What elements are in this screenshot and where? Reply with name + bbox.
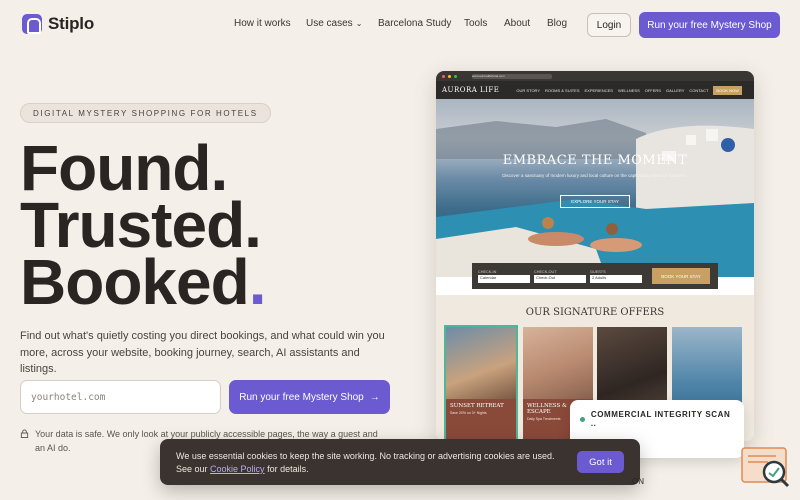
offer-name: SUNSET RETREAT (450, 403, 504, 409)
booking-field-value: Check-Out (534, 274, 586, 283)
preview-offer-card: SUNSET RETREAT Save 20% on 3+ Nights (444, 325, 518, 441)
preview-link: ROOMS & SUITES (545, 87, 580, 93)
window-min-dot (448, 74, 451, 78)
nav-cta-button[interactable]: Run your free Mystery Shop (639, 12, 780, 38)
preview-book-now: BOOK NOW (713, 85, 742, 95)
cookie-text-after: for details. (264, 464, 309, 474)
headline-line-3: Booked. (20, 250, 266, 314)
preview-explore-button: EXPLORE YOUR STAY (560, 195, 630, 208)
offer-detail: Save 20% on 3+ Nights (450, 411, 487, 415)
preview-book-stay-button: BOOK YOUR STAY (652, 268, 710, 284)
logo[interactable]: Stiplo (22, 14, 94, 34)
hero-headline: Found. Trusted. Booked. (20, 136, 266, 314)
scan-status-row: COMMERCIAL INTEGRITY SCAN .. (580, 410, 734, 428)
offer-caption: SUNSET RETREAT Save 20% on 3+ Nights (446, 399, 516, 441)
window-max-dot (454, 74, 457, 78)
preview-site-nav: AURORA LIFE OUR STORY ROOMS & SUITES EXP… (436, 81, 754, 99)
preview-link: OFFERS (644, 87, 661, 93)
nav-use-cases[interactable]: Use cases ⌄ (306, 18, 362, 29)
lock-icon (20, 429, 29, 438)
cookie-policy-link[interactable]: Cookie Policy (210, 464, 265, 474)
logo-icon (22, 14, 42, 34)
hero-lede: Find out what's quietly costing you dire… (20, 330, 385, 375)
window-close-dot (442, 74, 445, 78)
hero-cta-label: Run your free Mystery Shop (239, 391, 364, 403)
booking-field-label: CHECK-OUT (534, 269, 557, 274)
preview-link: EXPERIENCES (584, 87, 613, 93)
nav-tools[interactable]: Tools (464, 18, 487, 29)
partial-text: ON (632, 477, 644, 486)
nav-how-it-works[interactable]: How it works (234, 18, 291, 29)
preview-link: CONTACT (689, 87, 709, 93)
booking-field-label: GUESTS (590, 269, 606, 274)
preview-hero-subtitle: Discover a sanctuary of modern luxury an… (502, 173, 688, 178)
booking-field-value: Calendar (478, 274, 530, 283)
offer-name: WELLNESS & ESCAPE (527, 403, 567, 415)
headline-dot: . (248, 246, 267, 318)
booking-field-value: 2 Adults (590, 274, 642, 283)
preview-brand: AURORA LIFE (442, 86, 500, 94)
nav-barcelona-study[interactable]: Barcelona Study (378, 18, 451, 29)
hotel-site-preview: www.auroralifehotel.com AURORA LIFE OUR … (436, 71, 754, 441)
preview-link: OUR STORY (516, 87, 541, 93)
status-dot-icon (580, 416, 585, 422)
headline-line-3-text: Booked (20, 246, 250, 318)
chevron-down-icon: ⌄ (355, 19, 363, 28)
cookie-banner: We use essential cookies to keep the sit… (160, 439, 640, 485)
preview-link: WELLNESS (617, 87, 640, 93)
scan-widget-icon[interactable] (740, 446, 792, 490)
hotel-url-input[interactable] (20, 380, 221, 414)
preview-url: www.auroralifehotel.com (472, 73, 552, 79)
preview-hero-image: EMBRACE THE MOMENT Discover a sanctuary … (436, 99, 754, 277)
preview-booking-field: CHECK-OUT Check-Out (534, 270, 586, 283)
hero-cta-button[interactable]: Run your free Mystery Shop → (229, 380, 390, 414)
preview-hero-title: EMBRACE THE MOMENT (502, 153, 688, 168)
eyebrow-pill: DIGITAL MYSTERY SHOPPING FOR HOTELS (20, 103, 271, 123)
cookie-text: We use essential cookies to keep the sit… (176, 450, 566, 476)
arrow-right-icon: → (369, 391, 380, 403)
nav-use-cases-label: Use cases (306, 18, 353, 29)
offer-image (523, 327, 593, 399)
cookie-accept-button[interactable]: Got it (577, 451, 624, 473)
preview-booking-bar: CHECK-IN Calendar CHECK-OUT Check-Out GU… (472, 263, 718, 289)
offer-image (446, 327, 516, 399)
scan-status-label: COMMERCIAL INTEGRITY SCAN .. (590, 410, 731, 428)
preview-offers-title: OUR SIGNATURE OFFERS (525, 307, 665, 318)
preview-booking-field: CHECK-IN Calendar (478, 270, 530, 283)
logo-text: Stiplo (48, 14, 95, 33)
top-nav: Stiplo How it works Use cases ⌄ Barcelona… (0, 0, 800, 50)
preview-booking-field: GUESTS 2 Adults (590, 270, 642, 283)
nav-about[interactable]: About (504, 18, 530, 29)
login-button[interactable]: Login (587, 13, 631, 37)
nav-blog[interactable]: Blog (547, 18, 567, 29)
browser-chrome: www.auroralifehotel.com (436, 71, 754, 81)
preview-link: GALLERY (665, 87, 685, 93)
santorini-scene-image (436, 119, 754, 277)
booking-field-label: CHECK-IN (478, 269, 497, 274)
